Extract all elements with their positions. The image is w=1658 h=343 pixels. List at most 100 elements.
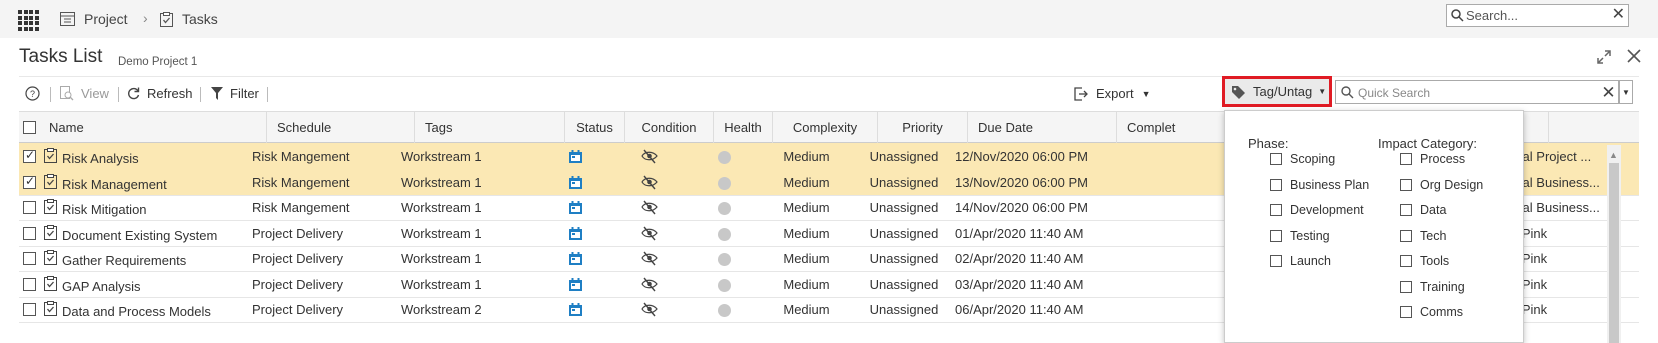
- impact-option-label: Training: [1420, 279, 1465, 294]
- health-dot-icon: [718, 176, 731, 190]
- task-assigned-to: e Pink: [1511, 251, 1548, 266]
- row-checkbox[interactable]: [23, 174, 36, 189]
- task-tags: Workstream 1: [401, 174, 482, 190]
- task-tags: Workstream 1: [401, 276, 482, 292]
- health-indicator: [695, 169, 754, 196]
- task-assigned-to: e Pink: [1511, 302, 1548, 317]
- task-name[interactable]: Data and Process Models: [56, 298, 266, 325]
- column-due-date[interactable]: Due Date: [968, 112, 1117, 143]
- column-schedule[interactable]: Schedule: [267, 112, 415, 143]
- phase-option[interactable]: Scoping: [1270, 152, 1335, 166]
- search-icon: [1341, 86, 1354, 99]
- breadcrumb-project[interactable]: Project: [60, 11, 128, 27]
- row-checkbox[interactable]: [23, 252, 36, 265]
- close-panel-icon[interactable]: [1627, 49, 1641, 63]
- quick-search-input[interactable]: [1358, 84, 1568, 101]
- impact-checkbox[interactable]: [1400, 204, 1412, 216]
- impact-option-label: Tech: [1420, 228, 1447, 243]
- row-checkbox[interactable]: [23, 226, 36, 240]
- impact-option[interactable]: Org Design: [1400, 178, 1483, 192]
- condition-icon: [641, 149, 658, 164]
- task-schedule: Project Delivery: [252, 302, 344, 317]
- task-tags: Workstream 1: [401, 149, 482, 164]
- refresh-button[interactable]: Refresh: [127, 86, 193, 101]
- help-icon: ?: [25, 86, 40, 101]
- search-options-dropdown[interactable]: ▼: [1619, 80, 1633, 104]
- calendar-icon[interactable]: [569, 252, 582, 265]
- calendar-icon[interactable]: [569, 303, 582, 316]
- phase-checkbox[interactable]: [1270, 229, 1282, 242]
- impact-option[interactable]: Data: [1400, 203, 1446, 217]
- app-grid-icon[interactable]: [18, 10, 39, 31]
- impact-option-label: Org Design: [1420, 177, 1484, 192]
- task-assigned-to: rnal Business...: [1511, 200, 1600, 215]
- view-button[interactable]: View: [60, 86, 109, 101]
- page-title: Tasks List: [19, 46, 103, 67]
- tag-untag-button[interactable]: Tag/Untag ▼: [1222, 76, 1332, 107]
- page-subtitle: Demo Project 1: [118, 56, 198, 68]
- impact-checkbox[interactable]: [1400, 306, 1412, 318]
- phase-option[interactable]: Testing: [1270, 229, 1330, 243]
- impact-option[interactable]: Tech: [1400, 229, 1446, 243]
- column-condition[interactable]: Condition: [625, 112, 714, 143]
- phase-option[interactable]: Development: [1270, 203, 1364, 217]
- impact-option[interactable]: Comms: [1400, 305, 1463, 319]
- impact-checkbox[interactable]: [1400, 178, 1412, 191]
- select-all-checkbox[interactable]: [23, 121, 36, 134]
- phase-checkbox[interactable]: [1270, 178, 1282, 191]
- impact-checkbox[interactable]: [1400, 255, 1412, 267]
- column-complexity[interactable]: Complexity: [773, 112, 878, 143]
- calendar-icon[interactable]: [569, 175, 582, 189]
- column-tags[interactable]: Tags: [415, 112, 565, 143]
- calendar-icon[interactable]: [569, 201, 582, 214]
- breadcrumb-tasks[interactable]: Tasks: [160, 11, 218, 27]
- row-checkbox[interactable]: [23, 303, 36, 316]
- tag-untag-panel: Phase: Impact Category: Scoping Business …: [1224, 110, 1524, 343]
- help-button[interactable]: ?: [25, 86, 40, 101]
- scroll-up-icon[interactable]: ▲: [1609, 150, 1618, 160]
- phase-option[interactable]: Business Plan: [1270, 178, 1369, 192]
- column-status[interactable]: Status: [565, 112, 625, 143]
- column-name[interactable]: Name: [39, 112, 267, 143]
- calendar-icon[interactable]: [569, 150, 582, 163]
- condition-icon: [641, 251, 658, 266]
- task-priority: Unassigned: [869, 200, 939, 215]
- row-checkbox[interactable]: [23, 277, 36, 291]
- impact-option[interactable]: Process: [1400, 152, 1465, 166]
- task-schedule: Risk Mangement: [252, 174, 350, 190]
- column-complete[interactable]: Complet: [1117, 112, 1237, 143]
- calendar-icon[interactable]: [569, 226, 582, 240]
- phase-option[interactable]: Launch: [1270, 254, 1331, 268]
- health-indicator: [695, 194, 754, 221]
- close-icon[interactable]: ✕: [1612, 6, 1625, 24]
- impact-option[interactable]: Tools: [1400, 254, 1449, 268]
- task-priority: Unassigned: [869, 251, 939, 266]
- task-priority: Unassigned: [869, 225, 939, 241]
- phase-checkbox[interactable]: [1270, 255, 1282, 267]
- impact-checkbox[interactable]: [1400, 229, 1412, 242]
- impact-option[interactable]: Training: [1400, 280, 1465, 294]
- phase-heading: Phase:: [1248, 136, 1289, 151]
- phase-option-label: Development: [1290, 203, 1364, 217]
- expand-icon[interactable]: [1597, 50, 1611, 64]
- health-dot-icon: [718, 227, 731, 241]
- global-search-input[interactable]: [1466, 7, 1606, 24]
- health-indicator: [695, 271, 754, 298]
- export-button[interactable]: Export ▼: [1074, 86, 1151, 101]
- filter-button[interactable]: Filter: [211, 86, 259, 101]
- column-health[interactable]: Health: [714, 112, 773, 143]
- impact-checkbox[interactable]: [1400, 153, 1412, 165]
- svg-text:?: ?: [30, 89, 35, 99]
- task-priority: Unassigned: [869, 149, 939, 164]
- column-priority[interactable]: Priority: [878, 112, 968, 143]
- task-complexity: Medium: [783, 149, 830, 164]
- clear-search-icon[interactable]: ✕: [1599, 80, 1619, 104]
- impact-checkbox[interactable]: [1400, 280, 1412, 293]
- scrollbar-thumb[interactable]: [1609, 163, 1619, 343]
- phase-option-label: Scoping: [1290, 152, 1336, 166]
- row-checkbox[interactable]: [23, 148, 36, 163]
- phase-checkbox[interactable]: [1270, 153, 1282, 165]
- calendar-icon[interactable]: [569, 277, 582, 291]
- row-checkbox[interactable]: [23, 201, 36, 214]
- phase-checkbox[interactable]: [1270, 204, 1282, 216]
